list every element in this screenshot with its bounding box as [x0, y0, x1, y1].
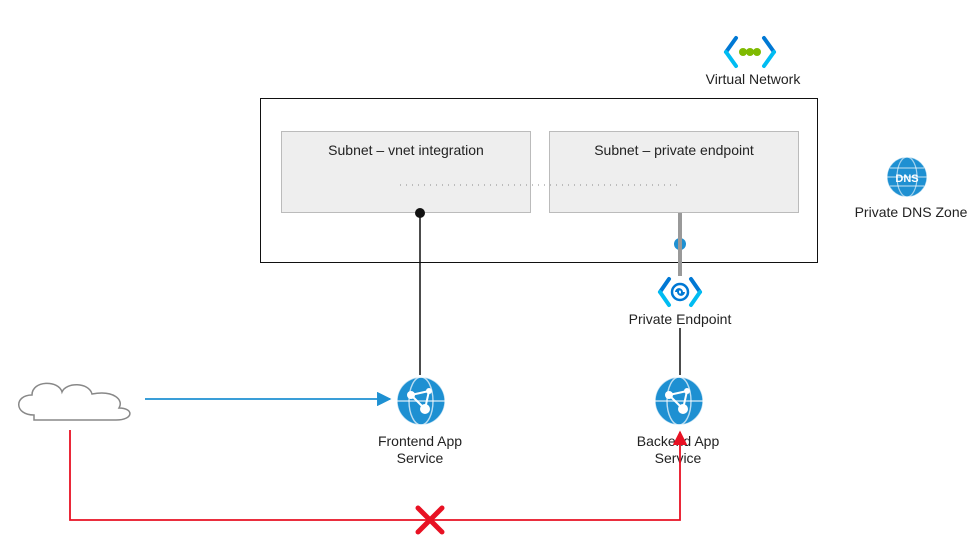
- subnet-vnet-integration: Subnet – vnet integration: [281, 131, 531, 213]
- private-dns-zone-label: Private DNS Zone: [846, 204, 976, 221]
- backend-app-label-line1: Backend App: [637, 433, 720, 449]
- svg-text:DNS: DNS: [895, 173, 918, 185]
- backend-app-service-icon: [653, 375, 705, 427]
- subnet-private-endpoint: Subnet – private endpoint: [549, 131, 799, 213]
- backend-app-label-line2: Service: [655, 450, 702, 466]
- private-dns-zone-icon: DNS: [885, 155, 929, 199]
- backend-app-service-label: Backend App Service: [608, 433, 748, 467]
- private-endpoint-label: Private Endpoint: [610, 311, 750, 328]
- virtual-network-box: Subnet – vnet integration Subnet – priva…: [260, 98, 818, 263]
- frontend-app-label-line1: Frontend App: [378, 433, 462, 449]
- frontend-app-label-line2: Service: [397, 450, 444, 466]
- virtual-network-label: Virtual Network: [693, 71, 813, 88]
- virtual-network-icon: [720, 32, 780, 72]
- internet-cloud-icon: [4, 370, 144, 430]
- subnet-private-endpoint-label: Subnet – private endpoint: [550, 142, 798, 158]
- blocked-x-icon: [418, 508, 442, 532]
- frontend-app-service-label: Frontend App Service: [350, 433, 490, 467]
- subnet-vnet-integration-label: Subnet – vnet integration: [282, 142, 530, 158]
- private-endpoint-icon: [655, 274, 705, 310]
- connectors-overlay: [0, 0, 977, 557]
- frontend-app-service-icon: [395, 375, 447, 427]
